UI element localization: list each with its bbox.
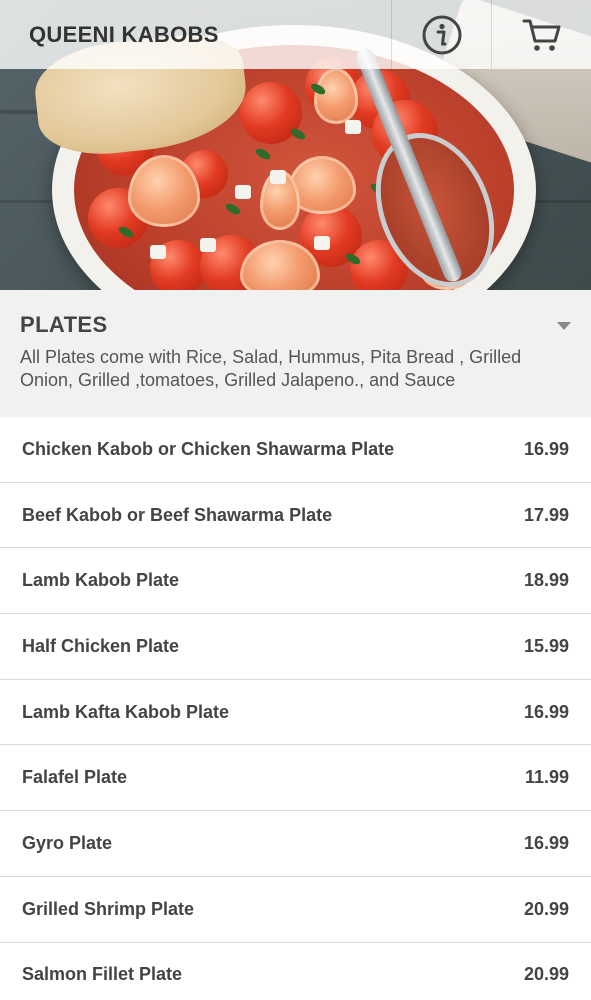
info-icon [422, 15, 461, 54]
menu-item-price: 16.99 [523, 701, 569, 722]
restaurant-name: QUEENI KABOBS [29, 21, 219, 47]
menu-item-name: Lamb Kafta Kabob Plate [22, 701, 230, 722]
category-description: All Plates come with Rice, Salad, Hummus… [20, 347, 522, 390]
menu-item-name: Chicken Kabob or Chicken Shawarma Plate [22, 438, 395, 459]
menu-item[interactable]: Half Chicken Plate 15.99 [0, 614, 591, 680]
menu-item[interactable]: Beef Kabob or Beef Shawarma Plate 17.99 [0, 482, 591, 549]
info-button[interactable] [391, 0, 491, 69]
feta [150, 245, 166, 259]
menu-item-price: 16.99 [523, 438, 569, 459]
menu-item[interactable]: Salmon Fillet Plate 20.99 [0, 942, 591, 1000]
menu-item-price: 18.99 [523, 570, 569, 591]
menu-item-name: Salmon Fillet Plate [22, 964, 183, 985]
menu-item[interactable]: Lamb Kafta Kabob Plate 16.99 [0, 679, 591, 746]
feta [200, 238, 216, 252]
menu-item-name: Lamb Kabob Plate [22, 570, 180, 591]
menu-item[interactable]: Grilled Shrimp Plate 20.99 [0, 876, 591, 943]
menu-list: Chicken Kabob or Chicken Shawarma Plate … [0, 417, 591, 1000]
category-plates[interactable]: PLATES All Plates come with Rice, Salad,… [0, 290, 591, 417]
category-title: PLATES [20, 312, 108, 337]
menu-item-price: 17.99 [523, 504, 569, 525]
menu-item-name: Gyro Plate [22, 832, 113, 853]
menu-item[interactable]: Gyro Plate 16.99 [0, 811, 591, 877]
menu-item[interactable]: Chicken Kabob or Chicken Shawarma Plate … [0, 417, 591, 483]
menu-item-price: 15.99 [523, 635, 569, 656]
feta [235, 185, 251, 199]
menu-item-price: 20.99 [523, 964, 569, 985]
menu-item-name: Falafel Plate [22, 767, 128, 788]
menu-item-price: 20.99 [523, 898, 569, 919]
cart-icon [522, 19, 560, 51]
cart-button[interactable] [491, 0, 591, 69]
menu-item[interactable]: Falafel Plate 11.99 [0, 745, 591, 812]
feta [345, 120, 361, 134]
feta [314, 236, 330, 250]
feta [270, 170, 286, 184]
caret-down-icon[interactable] [557, 321, 571, 331]
menu-item-price: 16.99 [523, 832, 569, 853]
menu-item-name: Half Chicken Plate [22, 635, 180, 656]
app: QUEENI KABOBS PLATES All Plates come wit… [0, 0, 591, 1000]
menu-item-name: Grilled Shrimp Plate [22, 898, 195, 919]
menu-item[interactable]: Lamb Kabob Plate 18.99 [0, 548, 591, 615]
menu-item-name: Beef Kabob or Beef Shawarma Plate [22, 504, 333, 525]
app-header: QUEENI KABOBS [0, 0, 591, 69]
menu-item-price: 11.99 [524, 767, 569, 788]
